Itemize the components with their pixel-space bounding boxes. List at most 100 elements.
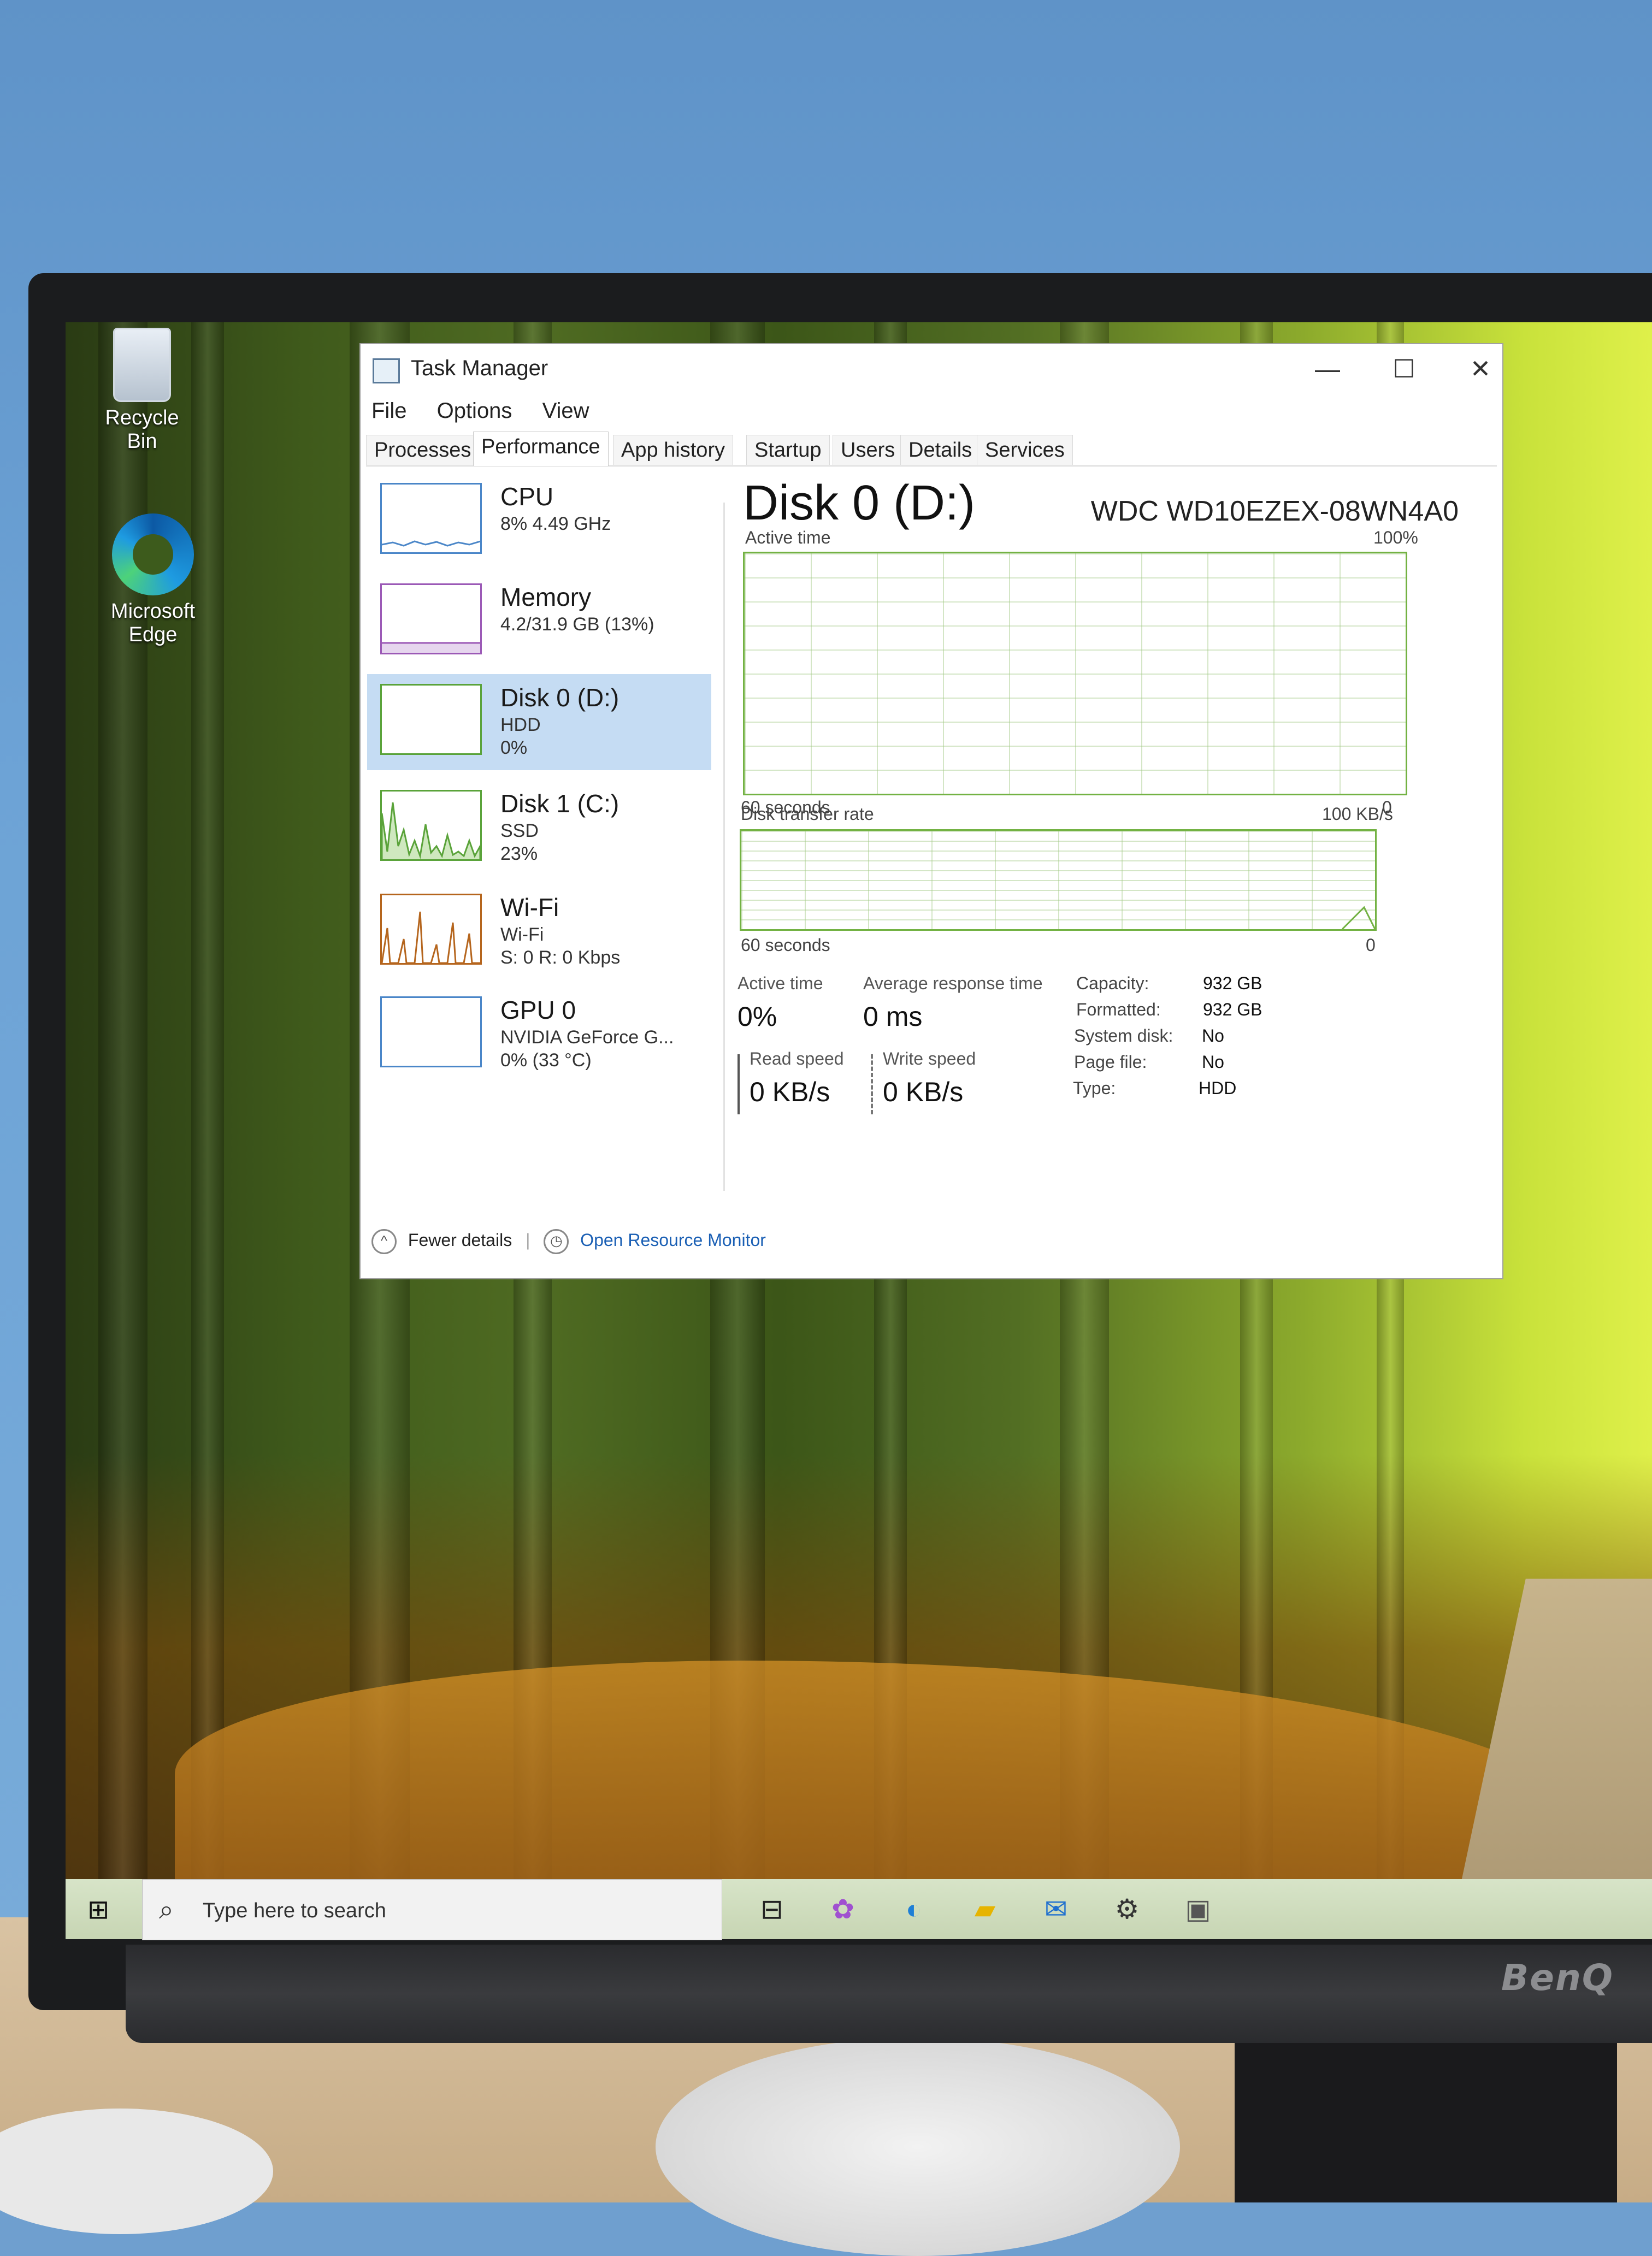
write-speed-label: Write speed <box>883 1049 976 1068</box>
sidebar-item-label: Disk 0 (D:) <box>500 683 620 712</box>
windows-start-icon[interactable]: ⊞ <box>87 1894 117 1924</box>
sidebar-item-usage: 0% (33 °C) <box>500 1050 592 1071</box>
read-speed-value: 0 KB/s <box>750 1077 830 1107</box>
open-resource-monitor-link[interactable]: ◷ Open Resource Monitor <box>544 1229 766 1254</box>
tab-details[interactable]: Details <box>900 435 981 465</box>
fewer-details-label: Fewer details <box>408 1230 512 1250</box>
disk1-thumbnail-graph <box>380 790 482 861</box>
memory-thumbnail-graph <box>380 583 482 654</box>
search-icon: ⌕ <box>159 1895 174 1924</box>
title-bar[interactable]: Task Manager — ☐ ✕ <box>361 344 1502 393</box>
sidebar-item-label: Wi-Fi <box>500 893 559 922</box>
sidebar-item-wifi[interactable]: Wi-Fi Wi-Fi S: 0 R: 0 Kbps <box>367 884 711 980</box>
settings-gear-icon[interactable]: ⚙ <box>1109 1891 1145 1927</box>
disk-model: WDC WD10EZEX-08WN4A0 <box>1090 495 1459 527</box>
sidebar-item-label: GPU 0 <box>500 996 576 1024</box>
edge-taskbar-icon[interactable]: ◐ <box>896 1891 932 1927</box>
taskbar-search-box[interactable]: ⌕ Type here to search <box>142 1879 722 1940</box>
monitor-stand <box>1235 2032 1617 2202</box>
tab-startup[interactable]: Startup <box>746 435 830 465</box>
menu-view[interactable]: View <box>542 399 589 423</box>
sidebar-item-detail: HDD <box>500 714 541 735</box>
active-time-value: 0% <box>738 1001 777 1032</box>
edge-icon <box>112 513 194 595</box>
wifi-thumbnail-graph <box>380 894 482 965</box>
pane-divider[interactable] <box>723 503 725 1191</box>
formatted-value: 932 GB <box>1203 1000 1262 1019</box>
transfer-graph-label: Disk transfer rate <box>741 804 874 824</box>
maximize-button[interactable]: ☐ <box>1377 352 1431 386</box>
photos-icon[interactable]: ▣ <box>1180 1891 1216 1927</box>
sidebar-item-label: Disk 1 (C:) <box>500 789 620 818</box>
recycle-bin-icon <box>113 328 171 402</box>
taskbar: ⊞ ⌕ Type here to search ⊟ ✿ ◐ ▰ ✉ ⚙ ▣ <box>66 1879 1652 1940</box>
system-disk-key: System disk: <box>1074 1026 1173 1046</box>
edge-shortcut[interactable]: Microsoft Edge <box>98 513 208 647</box>
resource-monitor-icon: ◷ <box>544 1229 569 1254</box>
menu-options[interactable]: Options <box>437 399 512 423</box>
transfer-graph-max: 100 KB/s <box>1322 804 1393 824</box>
sidebar-item-detail: 4.2/31.9 GB (13%) <box>500 614 654 635</box>
sidebar-item-usage: 23% <box>500 843 538 864</box>
file-explorer-icon[interactable]: ▰ <box>967 1891 1003 1927</box>
chevron-up-icon: ^ <box>371 1229 397 1254</box>
sidebar-item-cpu[interactable]: CPU 8% 4.49 GHz <box>367 473 711 569</box>
formatted-key: Formatted: <box>1076 1000 1161 1019</box>
monitor-base <box>656 2038 1180 2256</box>
mail-icon[interactable]: ✉ <box>1038 1891 1074 1927</box>
page-file-value: No <box>1202 1052 1224 1072</box>
avg-response-value: 0 ms <box>863 1001 923 1032</box>
sidebar-item-disk-1[interactable]: Disk 1 (C:) SSD 23% <box>367 780 711 876</box>
sidebar-item-label: Memory <box>500 583 592 611</box>
sidebar-item-usage: 0% <box>500 737 528 758</box>
sidebar-item-gpu[interactable]: GPU 0 NVIDIA GeForce G... 0% (33 °C) <box>367 987 711 1083</box>
menu-file[interactable]: File <box>371 399 406 423</box>
system-disk-value: No <box>1202 1026 1224 1046</box>
sidebar-item-detail: SSD <box>500 820 539 841</box>
tab-strip: Processes Performance App history Startu… <box>366 432 1497 466</box>
copilot-icon[interactable]: ✿ <box>825 1891 861 1927</box>
sidebar-item-detail: Wi-Fi <box>500 924 544 945</box>
fewer-details-button[interactable]: ^ Fewer details <box>371 1229 517 1254</box>
transfer-rate-graph <box>740 829 1377 931</box>
footer-separator: | <box>526 1230 530 1250</box>
sidebar-item-disk-0[interactable]: Disk 0 (D:) HDD 0% <box>367 674 711 770</box>
edge-label: Microsoft Edge <box>110 600 196 646</box>
task-manager-icon <box>373 358 400 383</box>
recycle-bin-label: Recycle Bin <box>105 406 179 453</box>
read-speed-label: Read speed <box>750 1049 844 1068</box>
minimize-button[interactable]: — <box>1300 352 1355 386</box>
task-view-icon[interactable]: ⊟ <box>754 1891 790 1927</box>
tab-performance[interactable]: Performance <box>473 432 609 466</box>
window-title: Task Manager <box>411 356 548 380</box>
active-time-graph <box>743 552 1407 795</box>
disk0-thumbnail-graph <box>380 684 482 755</box>
transfer-graph-x-right: 0 <box>1366 935 1376 955</box>
avg-response-label: Average response time <box>863 973 1043 993</box>
disk-detail-pane: Disk 0 (D:) WDC WD10EZEX-08WN4A0 Active … <box>738 473 1491 1183</box>
monitor-chin <box>126 1945 1652 2043</box>
tab-app-history[interactable]: App history <box>613 435 734 465</box>
tab-processes[interactable]: Processes <box>366 435 480 465</box>
tab-services[interactable]: Services <box>977 435 1073 465</box>
menu-bar: File Options View <box>371 399 613 423</box>
sidebar-item-detail: 8% 4.49 GHz <box>500 513 611 534</box>
task-manager-window: Task Manager — ☐ ✕ File Options View Pro… <box>361 344 1502 1278</box>
recycle-bin-shortcut[interactable]: Recycle Bin <box>87 328 197 453</box>
monitor-brand-logo: BenQ <box>1501 1957 1614 1999</box>
footer-bar: ^ Fewer details | ◷ Open Resource Monito… <box>371 1229 766 1254</box>
cpu-thumbnail-graph <box>380 483 482 554</box>
performance-sidebar: CPU 8% 4.49 GHz Memory 4.2/31.9 GB (13%)… <box>367 473 717 1129</box>
disk-title: Disk 0 (D:) <box>743 476 975 530</box>
sidebar-item-label: CPU <box>500 482 554 511</box>
sidebar-item-detail: NVIDIA GeForce G... <box>500 1027 674 1048</box>
open-resource-monitor-label: Open Resource Monitor <box>580 1230 766 1250</box>
type-key: Type: <box>1073 1078 1116 1098</box>
sidebar-item-usage: S: 0 R: 0 Kbps <box>500 947 621 968</box>
close-button[interactable]: ✕ <box>1453 352 1508 386</box>
gpu-thumbnail-graph <box>380 996 482 1067</box>
tab-users[interactable]: Users <box>833 435 904 465</box>
sidebar-item-memory[interactable]: Memory 4.2/31.9 GB (13%) <box>367 574 711 670</box>
write-speed-indicator <box>871 1054 873 1114</box>
page-file-key: Page file: <box>1074 1052 1147 1072</box>
